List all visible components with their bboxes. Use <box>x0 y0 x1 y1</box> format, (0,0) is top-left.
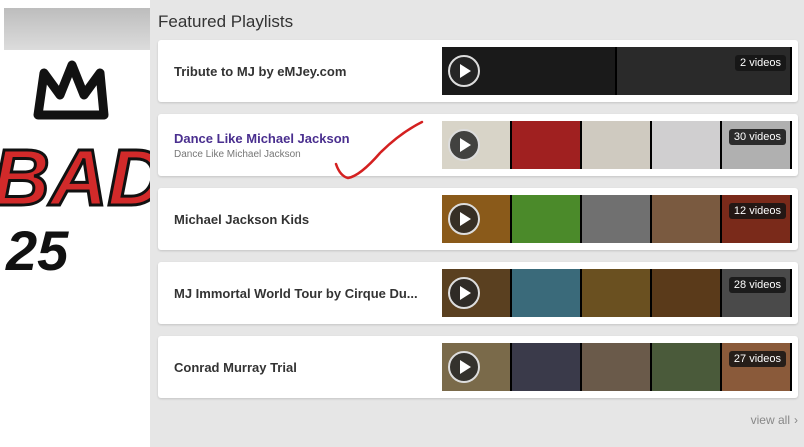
featured-playlists-panel: Featured Playlists Tribute to MJ by eMJe… <box>150 0 804 447</box>
bad-logo-text: BAD <box>0 133 150 222</box>
playlist-subtitle: Dance Like Michael Jackson <box>174 148 301 160</box>
video-thumbnail[interactable] <box>652 269 720 317</box>
playlist-thumbnails[interactable]: 30 videos <box>442 121 792 169</box>
video-count-badge: 2 videos <box>735 55 786 71</box>
play-icon[interactable] <box>448 55 480 87</box>
video-count-badge: 30 videos <box>728 129 786 145</box>
playlist-card[interactable]: Michael Jackson Kids 12 videos <box>158 188 798 250</box>
playlist-thumbnails[interactable]: 12 videos <box>442 195 792 243</box>
playlist-text: MJ Immortal World Tour by Cirque Du... <box>174 262 444 324</box>
bad-logo-number: 25 <box>5 219 69 282</box>
video-thumbnail[interactable] <box>512 121 580 169</box>
playlist-title[interactable]: Conrad Murray Trial <box>174 360 444 375</box>
view-all-label: view all <box>750 413 790 427</box>
playlist-thumbnails[interactable]: 28 videos <box>442 269 792 317</box>
bad-25-logo: BAD 25 <box>0 60 150 282</box>
playlist-title[interactable]: Michael Jackson Kids <box>174 212 444 227</box>
playlist-card[interactable]: Conrad Murray Trial 27 videos <box>158 336 798 398</box>
play-icon[interactable] <box>448 277 480 309</box>
chevron-right-icon: › <box>794 413 798 427</box>
view-all-link[interactable]: view all › <box>751 413 798 427</box>
playlist-card[interactable]: Tribute to MJ by eMJey.com 2 videos <box>158 40 798 102</box>
playlist-text: Tribute to MJ by eMJey.com <box>174 40 444 102</box>
playlist-title[interactable]: Tribute to MJ by eMJey.com <box>174 64 444 79</box>
playlist-thumbnails[interactable]: 27 videos <box>442 343 792 391</box>
video-thumbnail[interactable] <box>582 343 650 391</box>
left-header-bar <box>4 8 150 50</box>
playlist-text: Dance Like Michael Jackson Dance Like Mic… <box>174 114 444 176</box>
video-thumbnail[interactable] <box>512 343 580 391</box>
video-thumbnail[interactable] <box>512 195 580 243</box>
video-thumbnail[interactable] <box>652 195 720 243</box>
video-count-badge: 28 videos <box>728 277 786 293</box>
playlist-title[interactable]: Dance Like Michael Jackson <box>174 131 444 146</box>
playlist-card[interactable]: Dance Like Michael Jackson Dance Like Mic… <box>158 114 798 176</box>
video-count-badge: 12 videos <box>728 203 786 219</box>
video-thumbnail[interactable] <box>582 121 650 169</box>
video-thumbnail[interactable] <box>652 343 720 391</box>
video-thumbnail[interactable] <box>582 269 650 317</box>
playlist-text: Michael Jackson Kids <box>174 188 444 250</box>
play-icon[interactable] <box>448 203 480 235</box>
playlist-thumbnails[interactable]: 2 videos <box>442 47 792 95</box>
play-icon[interactable] <box>448 351 480 383</box>
video-thumbnail[interactable] <box>582 195 650 243</box>
video-thumbnail[interactable] <box>512 269 580 317</box>
video-count-badge: 27 videos <box>728 351 786 367</box>
section-title: Featured Playlists <box>158 12 294 31</box>
play-icon[interactable] <box>448 129 480 161</box>
playlist-title[interactable]: MJ Immortal World Tour by Cirque Du... <box>174 286 444 301</box>
left-artwork-panel: BAD 25 <box>0 0 150 447</box>
video-thumbnail[interactable] <box>652 121 720 169</box>
playlist-card[interactable]: MJ Immortal World Tour by Cirque Du... 28… <box>158 262 798 324</box>
playlist-text: Conrad Murray Trial <box>174 336 444 398</box>
